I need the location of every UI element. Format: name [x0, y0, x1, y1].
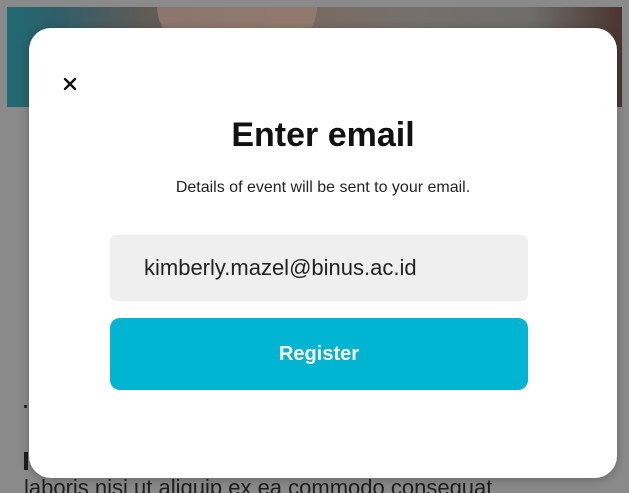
- close-icon: [63, 77, 77, 91]
- email-field[interactable]: [110, 235, 528, 301]
- email-modal: Enter email Details of event will be sen…: [29, 28, 617, 478]
- background-bullet: [24, 405, 27, 408]
- close-button[interactable]: [59, 73, 81, 95]
- background-text-marker: [24, 452, 28, 470]
- register-button[interactable]: Register: [110, 318, 528, 390]
- modal-title: Enter email: [231, 116, 415, 154]
- page: laboris nisi ut aliquip ex ea commodo co…: [0, 0, 629, 493]
- modal-subtitle: Details of event will be sent to your em…: [175, 179, 471, 196]
